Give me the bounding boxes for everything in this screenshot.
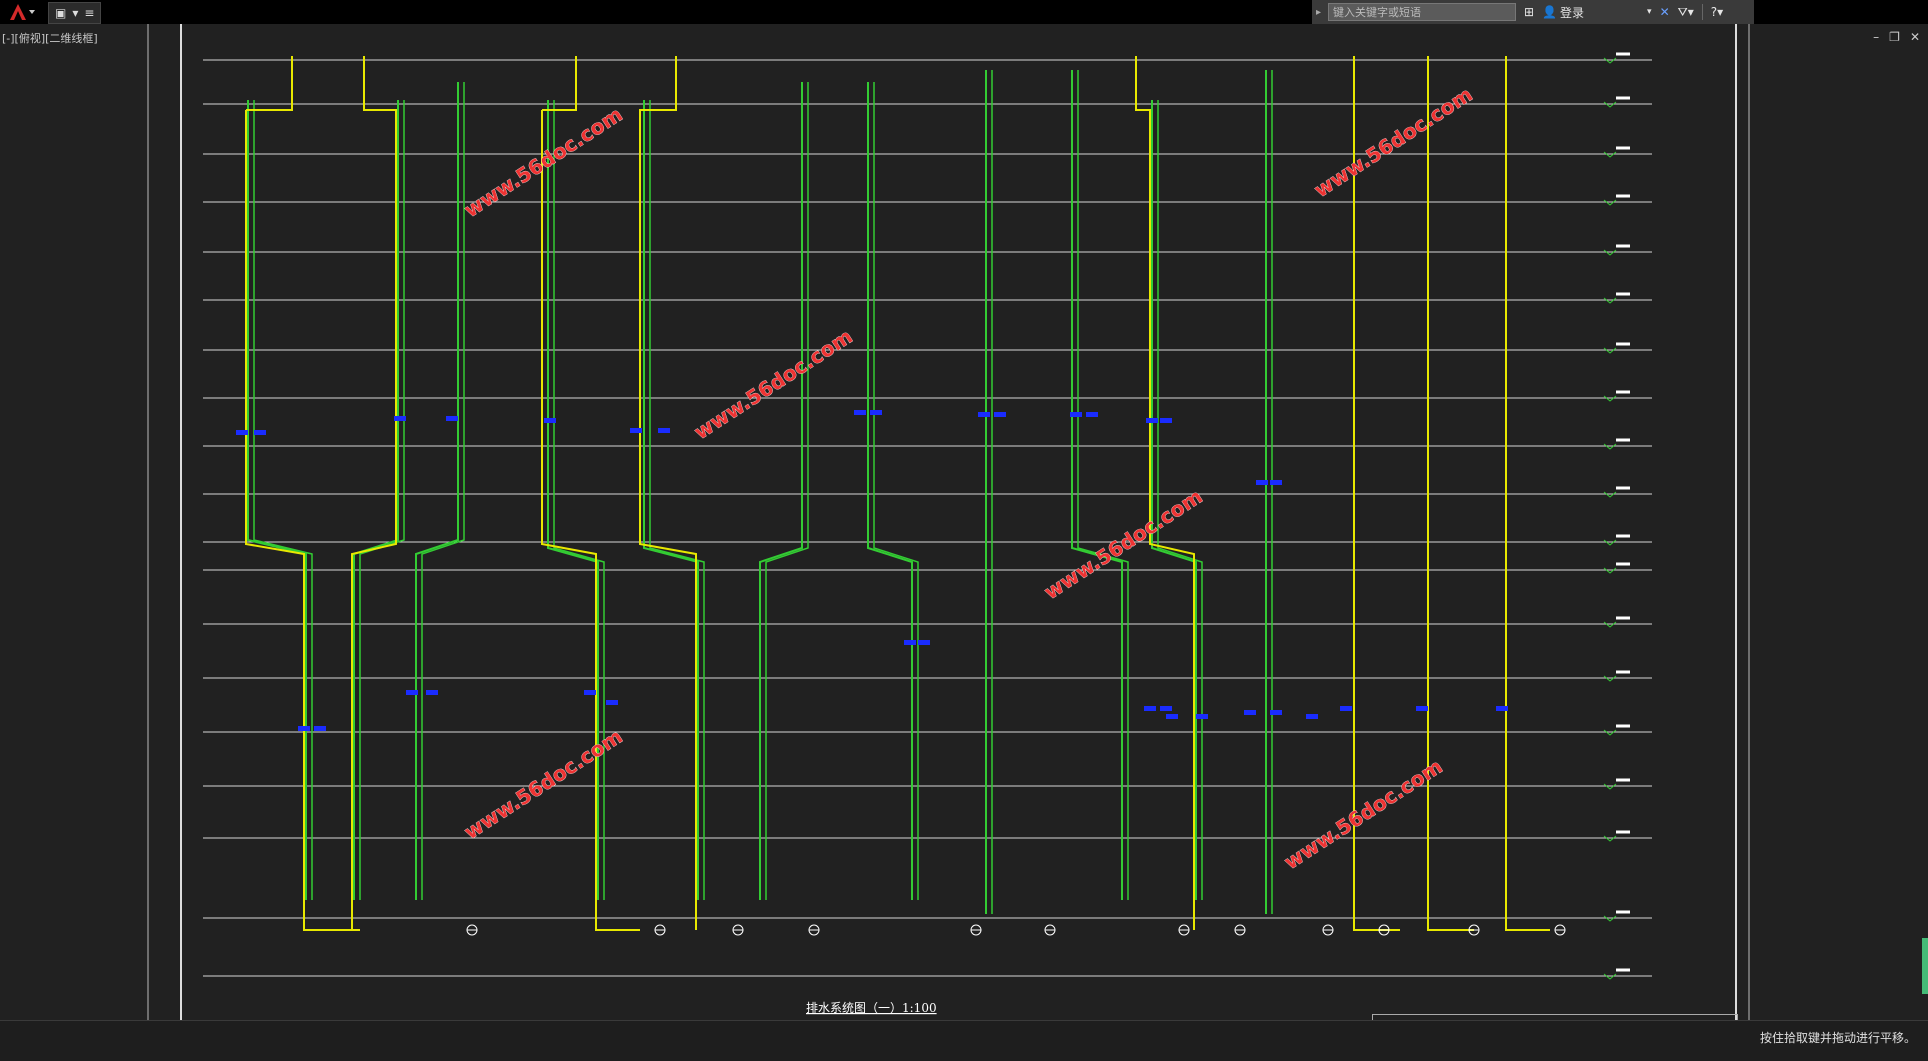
- drainage-stack-pipe: [643, 100, 699, 900]
- exchange-icon[interactable]: ✕: [1660, 5, 1670, 19]
- pipe-fitting-marker: [1416, 706, 1428, 711]
- watermark-text: www.56doc.com: [460, 102, 627, 222]
- chevron-down-icon: ▾: [1647, 7, 1652, 17]
- watermark-text: www.56doc.com: [1040, 484, 1207, 604]
- pipe-fitting-marker: [606, 700, 618, 705]
- pipe-fitting-marker: [1166, 714, 1178, 719]
- pipe-fitting-marker: [978, 412, 990, 417]
- login-button[interactable]: 👤 登录 ▾: [1542, 4, 1652, 21]
- pipe-fitting-marker: [1160, 706, 1172, 711]
- pipe-fitting-marker: [630, 428, 642, 433]
- watermark-text: www.56doc.com: [1280, 754, 1447, 874]
- pipe-fitting-marker: [870, 410, 882, 415]
- autocad-logo-icon: [10, 4, 35, 20]
- pipe-fitting-marker: [446, 416, 458, 421]
- quick-access-toolbar: ▣ ▾ ≡: [48, 2, 102, 24]
- ventilation-pipe: [351, 56, 397, 930]
- ventilation-pipe: [1427, 56, 1474, 931]
- navigation-bar-handle[interactable]: [1922, 938, 1928, 994]
- info-center: ▸ ⊞ 👤 登录 ▾ ✕ ⛛▾ ?▾: [1312, 0, 1754, 24]
- search-input[interactable]: [1328, 3, 1516, 21]
- pipe-fitting-marker: [994, 412, 1006, 417]
- pipe-fitting-marker: [1146, 418, 1158, 423]
- pipe-fitting-marker: [1256, 480, 1268, 485]
- drainage-system-drawing: www.56doc.com www.56doc.com www.56doc.com w…: [147, 24, 1750, 1020]
- pipe-fitting-marker: [918, 640, 930, 645]
- expand-arrow-icon[interactable]: ▸: [1316, 7, 1321, 18]
- watermark-text: www.56doc.com: [460, 724, 627, 844]
- pipe-fitting-marker: [658, 428, 670, 433]
- pipe-fitting-marker: [1086, 412, 1098, 417]
- pipe-fitting-marker: [584, 690, 596, 695]
- drainage-stack-pipe: [1071, 70, 1123, 900]
- pipe-fitting-marker: [298, 726, 310, 731]
- pipe-fitting-marker: [904, 640, 916, 645]
- watermark-text: www.56doc.com: [690, 324, 857, 444]
- title-bar: ▣ ▾ ≡ ▸ ⊞ 👤 登录 ▾ ✕ ⛛▾ ?▾: [0, 0, 1928, 24]
- pipe-fitting-marker: [1270, 710, 1282, 715]
- pipe-fitting-marker: [1496, 706, 1508, 711]
- pipe-fitting-marker: [544, 418, 556, 423]
- pipe-fitting-marker: [394, 416, 406, 421]
- ventilation-pipe: [246, 56, 293, 111]
- help-icon[interactable]: ?▾: [1711, 5, 1723, 19]
- chevron-down-icon[interactable]: ▾: [70, 6, 80, 20]
- pipe-fitting-marker: [406, 690, 418, 695]
- pipe-fitting-marker: [236, 430, 248, 435]
- pipe-fitting-marker: [1160, 418, 1172, 423]
- pipe-fitting-marker: [1070, 412, 1082, 417]
- pipe-fitting-marker: [854, 410, 866, 415]
- drawing-title: 排水系统图（一）1:100: [806, 1001, 937, 1015]
- pipe-fitting-marker: [1196, 714, 1208, 719]
- status-message: 按住拾取键并拖动进行平移。: [1759, 1031, 1916, 1045]
- ventilation-pipe: [541, 110, 640, 931]
- pipe-fitting-marker: [1244, 710, 1256, 715]
- drainage-stack-pipe-inner: [1077, 70, 1129, 900]
- pipe-fitting-marker: [426, 690, 438, 695]
- pipe-fitting-marker: [314, 726, 326, 731]
- login-label: 登录: [1560, 5, 1585, 20]
- pipe-fitting-marker: [1270, 480, 1282, 485]
- pipe-fitting-marker: [1306, 714, 1318, 719]
- ventilation-pipe: [639, 56, 697, 930]
- watermark-text: www.56doc.com: [1310, 82, 1477, 202]
- customize-icon[interactable]: ≡: [82, 6, 96, 20]
- pipe-fitting-marker: [1340, 706, 1352, 711]
- status-bar: 按住拾取键并拖动进行平移。: [0, 1020, 1928, 1061]
- workspace-icon[interactable]: ▣: [53, 6, 68, 20]
- binoculars-icon[interactable]: ⊞: [1524, 5, 1534, 19]
- ventilation-pipe: [1505, 56, 1550, 931]
- application-menu-button[interactable]: [0, 0, 46, 24]
- a360-icon[interactable]: ⛛▾: [1678, 5, 1694, 20]
- pipe-fitting-marker: [254, 430, 266, 435]
- pipe-fitting-marker: [1144, 706, 1156, 711]
- toolbar-divider: [1701, 4, 1703, 20]
- drainage-stack-pipe: [247, 100, 307, 900]
- drawing-canvas[interactable]: www.56doc.com www.56doc.com www.56doc.com w…: [0, 24, 1928, 1020]
- user-icon: 👤: [1542, 5, 1558, 19]
- ventilation-pipe: [245, 110, 360, 931]
